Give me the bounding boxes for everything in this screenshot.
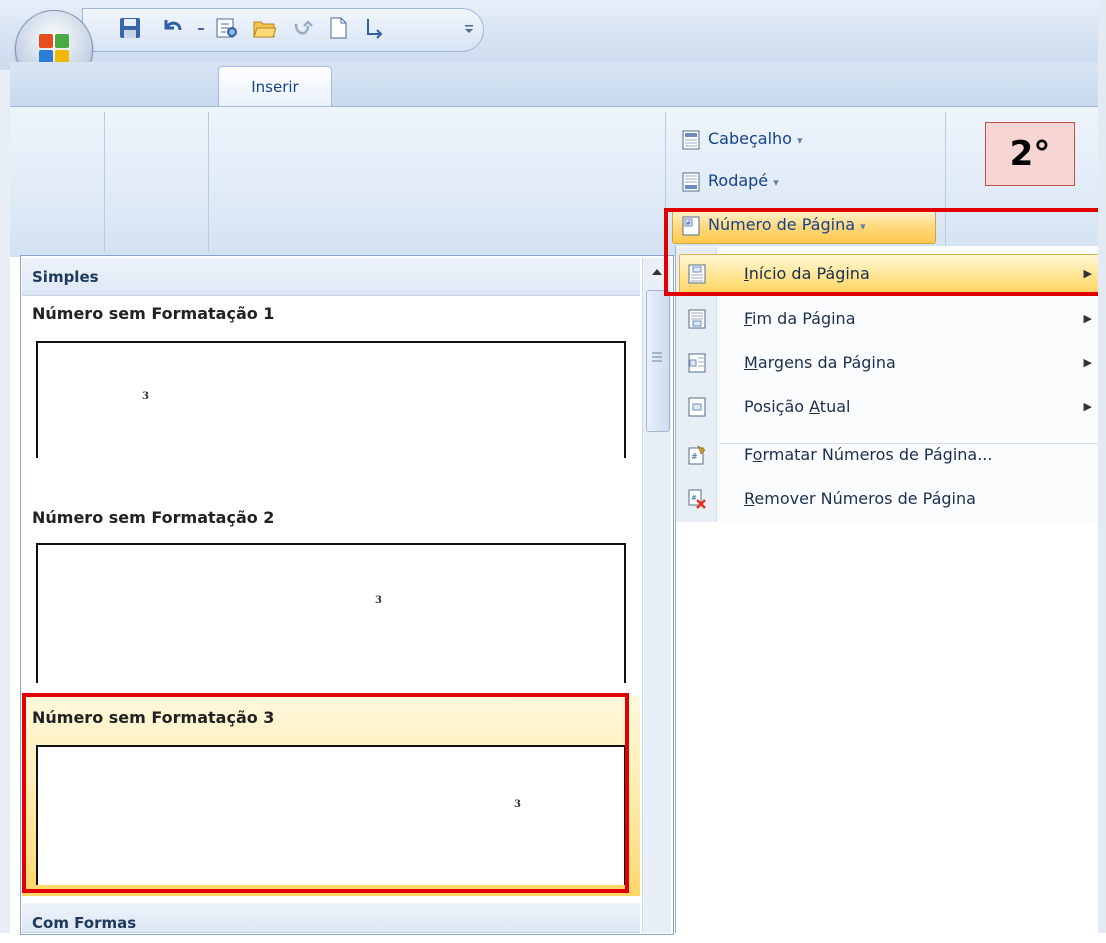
submenu-arrow-icon: ▶: [1083, 400, 1092, 413]
quick-access-toolbar: [82, 8, 484, 52]
annotation-highlight-box: [22, 693, 629, 893]
menu-item-remove-page-numbers[interactable]: # Remover Números de Página: [680, 478, 1100, 520]
header-icon: [682, 130, 700, 149]
preview-page-number: 3: [375, 595, 382, 606]
print-preview-icon[interactable]: [215, 16, 239, 40]
window-frame-right: [1098, 0, 1106, 933]
bottom-of-page-icon: [688, 309, 706, 329]
save-icon[interactable]: [118, 16, 142, 40]
header-button[interactable]: Cabeçalho ▾: [682, 124, 803, 154]
remove-page-numbers-icon: #: [688, 489, 706, 509]
gallery-item-2-title[interactable]: Número sem Formatação 2: [32, 508, 274, 527]
gallery-item-1-title[interactable]: Número sem Formatação 1: [32, 304, 274, 323]
window-frame-left: [0, 0, 10, 933]
submenu-arrow-icon: ▶: [1083, 356, 1092, 369]
step-annotation-label: 2°: [985, 122, 1075, 186]
annotation-highlight-box: [664, 208, 1106, 296]
format-page-numbers-icon: #: [688, 445, 706, 465]
menu-accel-key: A: [809, 397, 820, 416]
gallery-item-2-preview[interactable]: 3: [36, 543, 626, 683]
footer-button[interactable]: Rodapé ▾: [682, 166, 779, 196]
open-folder-icon[interactable]: [252, 16, 276, 40]
menu-item-label: argens da Página: [757, 353, 896, 372]
current-position-icon: [688, 397, 706, 417]
menu-accel-key: F: [744, 309, 753, 328]
menu-item-label: im da Página: [752, 309, 856, 328]
menu-item-format-page-numbers[interactable]: # Formatar Números de Página...: [680, 434, 1100, 476]
menu-accel-key: M: [744, 353, 758, 372]
menu-accel-key: R: [744, 489, 755, 508]
undo-icon[interactable]: [160, 16, 184, 40]
new-document-icon[interactable]: [326, 16, 350, 40]
line-break-icon[interactable]: [362, 16, 386, 40]
header-dropdown-icon: ▾: [797, 134, 803, 147]
header-label: Cabeçalho: [708, 129, 792, 148]
preview-page-number: 3: [142, 391, 149, 402]
undo-dropdown-icon[interactable]: [196, 24, 206, 34]
gallery-category-simple: Simples: [22, 258, 640, 296]
footer-icon: [682, 172, 700, 191]
footer-label: Rodapé: [708, 171, 769, 190]
scroll-grip-icon: [652, 352, 662, 362]
submenu-arrow-icon: ▶: [1083, 312, 1092, 325]
svg-text:#: #: [691, 494, 697, 502]
footer-dropdown-icon: ▾: [773, 176, 779, 189]
menu-blank-area: [675, 522, 1106, 933]
ribbon-tab-row: [10, 62, 1098, 106]
ribbon-group-divider: [104, 112, 105, 252]
menu-item-page-margins[interactable]: Margens da Página ▶: [680, 342, 1100, 384]
menu-item-label: Posição: [744, 397, 810, 416]
menu-item-label: F: [744, 445, 753, 464]
menu-item-label: rmatar Números de Página...: [762, 445, 993, 464]
menu-item-current-position[interactable]: Posição Atual ▶: [680, 386, 1100, 428]
ribbon-group-divider: [208, 112, 209, 252]
office-logo-icon: [39, 34, 69, 64]
menu-item-bottom-of-page[interactable]: Fim da Página ▶: [680, 298, 1100, 340]
customize-toolbar-icon[interactable]: [462, 22, 476, 36]
gallery-category-shapes: Com Formas: [22, 903, 640, 933]
gallery-item-1-preview[interactable]: 3: [36, 341, 626, 459]
svg-text:#: #: [691, 452, 698, 461]
page-margins-icon: [688, 353, 706, 373]
redo-icon[interactable]: [290, 16, 314, 40]
tab-insert[interactable]: Inserir: [218, 66, 332, 107]
menu-item-label: emover Números de Página: [754, 489, 976, 508]
gallery-spacer: [22, 458, 640, 506]
menu-item-label: tual: [819, 397, 851, 416]
menu-accel-key: o: [752, 445, 763, 464]
